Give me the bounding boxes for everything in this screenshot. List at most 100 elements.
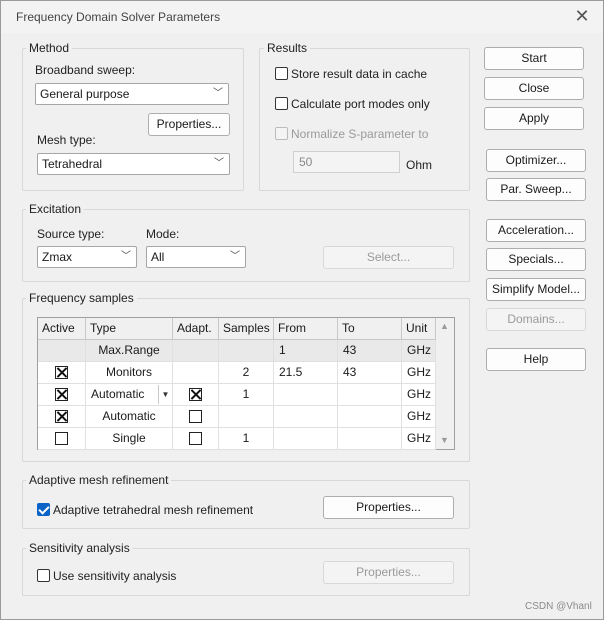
table-row-samples-cell[interactable] — [219, 406, 274, 428]
broadband-sweep-label: Broadband sweep: — [35, 63, 136, 77]
results-group-label: Results — [264, 41, 311, 55]
col-header-adapt: Adapt. — [173, 318, 219, 340]
table-row-type-cell: Automatic — [86, 406, 173, 428]
method-group-label: Method — [26, 41, 73, 55]
port-modes-checkbox[interactable] — [275, 97, 288, 110]
table-row-adapt-cell — [173, 428, 219, 450]
source-type-select[interactable]: Zmax ﹀ — [37, 246, 137, 268]
dialog-title: Frequency Domain Solver Parameters — [16, 10, 221, 24]
table-row-unit-cell: GHz — [402, 406, 436, 428]
scroll-down-icon[interactable]: ▼ — [440, 435, 449, 445]
table-row-active-cell — [38, 384, 86, 406]
sensitivity-checkbox-label: Use sensitivity analysis — [53, 569, 177, 583]
table-row-from-cell[interactable] — [274, 428, 338, 450]
method-properties-button[interactable]: Properties... — [148, 113, 230, 136]
table-row-active-cell — [38, 428, 86, 450]
table-row-to-cell[interactable] — [338, 406, 402, 428]
par-sweep-button[interactable]: Par. Sweep... — [486, 178, 586, 201]
table-row-type-value: Automatic — [91, 387, 145, 401]
table-row-adapt-cell — [173, 362, 219, 384]
table-row-unit-cell: GHz — [402, 428, 436, 450]
port-modes-label: Calculate port modes only — [291, 97, 430, 111]
store-cache-checkbox[interactable] — [275, 67, 288, 80]
col-header-to: To — [338, 318, 402, 340]
table-scrollbar[interactable]: ▲ ▼ — [436, 318, 454, 449]
table-row-unit-cell: GHz — [402, 362, 436, 384]
mesh-type-select[interactable]: Tetrahedral ﹀ — [37, 153, 230, 175]
mode-select[interactable]: All ﹀ — [146, 246, 246, 268]
chevron-down-icon: ﹀ — [230, 251, 240, 262]
impedance-unit-label: Ohm — [406, 158, 433, 172]
table-row-samples-cell[interactable]: 2 — [219, 362, 274, 384]
active-checkbox[interactable] — [55, 388, 68, 401]
mode-label: Mode: — [146, 227, 180, 241]
col-header-samples: Samples — [219, 318, 274, 340]
adaptive-properties-button[interactable]: Properties... — [323, 496, 454, 519]
table-row-type-cell: Max.Range — [86, 340, 173, 362]
apply-button[interactable]: Apply — [484, 107, 584, 130]
table-row-active-cell — [38, 340, 86, 362]
active-checkbox[interactable] — [55, 366, 68, 379]
table-row-type-select[interactable]: Automatic ▼ — [86, 384, 173, 406]
source-type-label: Source type: — [37, 227, 105, 241]
sensitivity-properties-button[interactable]: Properties... — [323, 561, 454, 584]
close-icon[interactable]: ✕ — [571, 5, 593, 27]
table-row-active-cell — [38, 406, 86, 428]
optimizer-button[interactable]: Optimizer... — [486, 149, 586, 172]
mode-value: All — [151, 250, 165, 264]
col-header-unit: Unit — [402, 318, 436, 340]
source-type-value: Zmax — [42, 250, 72, 264]
adaptive-mesh-label: Adaptive mesh refinement — [26, 473, 172, 487]
simplify-model-button[interactable]: Simplify Model... — [486, 278, 586, 301]
domains-button[interactable]: Domains... — [486, 308, 586, 331]
frequency-table: Active Type Adapt. Samples From To Unit … — [37, 317, 455, 450]
normalize-checkbox[interactable] — [275, 127, 288, 140]
table-row-samples-cell[interactable]: 1 — [219, 384, 274, 406]
sensitivity-label: Sensitivity analysis — [26, 541, 133, 555]
scroll-up-icon[interactable]: ▲ — [440, 321, 449, 331]
watermark-text: CSDN @Vhanl — [525, 601, 592, 612]
start-button[interactable]: Start — [484, 47, 584, 70]
active-checkbox[interactable] — [55, 432, 68, 445]
table-row-to-cell[interactable] — [338, 428, 402, 450]
table-row-to-cell[interactable]: 43 — [338, 340, 402, 362]
table-row-to-cell[interactable]: 43 — [338, 362, 402, 384]
col-header-active: Active — [38, 318, 86, 340]
help-button[interactable]: Help — [486, 348, 586, 371]
adapt-checkbox[interactable] — [189, 432, 202, 445]
table-row-from-cell[interactable]: 1 — [274, 340, 338, 362]
close-button[interactable]: Close — [484, 77, 584, 100]
table-row-to-cell[interactable] — [338, 384, 402, 406]
broadband-sweep-value: General purpose — [40, 87, 130, 101]
active-checkbox[interactable] — [55, 410, 68, 423]
table-row-from-cell[interactable] — [274, 406, 338, 428]
adaptive-refinement-checkbox[interactable] — [37, 503, 50, 516]
chevron-down-icon: ﹀ — [121, 251, 131, 262]
excitation-group-label: Excitation — [26, 202, 85, 216]
table-row-adapt-cell — [173, 340, 219, 362]
table-row-type-cell: Single — [86, 428, 173, 450]
table-row-samples-cell[interactable]: 1 — [219, 428, 274, 450]
chevron-down-icon: ﹀ — [213, 88, 223, 99]
table-row-adapt-cell — [173, 384, 219, 406]
normalize-label: Normalize S-parameter to — [291, 127, 429, 141]
dropdown-arrow-icon[interactable]: ▼ — [158, 385, 172, 404]
impedance-input[interactable]: 50 — [293, 151, 400, 173]
table-row-from-cell[interactable] — [274, 384, 338, 406]
sensitivity-checkbox[interactable] — [37, 569, 50, 582]
adapt-checkbox[interactable] — [189, 388, 202, 401]
col-header-type: Type — [86, 318, 173, 340]
store-cache-label: Store result data in cache — [291, 67, 428, 81]
mesh-type-value: Tetrahedral — [42, 157, 103, 171]
adapt-checkbox[interactable] — [189, 410, 202, 423]
broadband-sweep-select[interactable]: General purpose ﹀ — [35, 83, 229, 105]
table-row-from-cell[interactable]: 21.5 — [274, 362, 338, 384]
table-row-unit-cell: GHz — [402, 340, 436, 362]
solver-parameters-dialog: Frequency Domain Solver Parameters ✕ Met… — [0, 0, 604, 620]
frequency-samples-label: Frequency samples — [26, 291, 137, 305]
col-header-from: From — [274, 318, 338, 340]
acceleration-button[interactable]: Acceleration... — [486, 219, 586, 242]
adaptive-refinement-label: Adaptive tetrahedral mesh refinement — [53, 503, 254, 517]
select-button[interactable]: Select... — [323, 246, 454, 269]
specials-button[interactable]: Specials... — [486, 248, 586, 271]
